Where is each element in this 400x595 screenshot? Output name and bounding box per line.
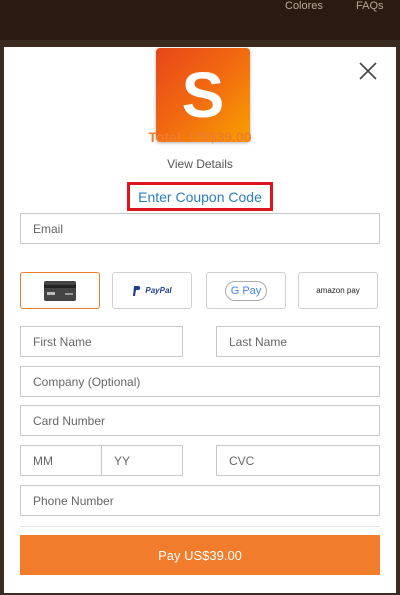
google-pay-icon: G Pay bbox=[225, 280, 267, 301]
phone-number-field[interactable]: Phone Number bbox=[20, 485, 380, 516]
paypal-label: PayPal bbox=[145, 286, 172, 295]
payment-method-paypal[interactable]: PayPal bbox=[112, 272, 192, 309]
payment-method-gpay[interactable]: G Pay bbox=[206, 272, 286, 309]
close-icon[interactable] bbox=[358, 61, 378, 81]
expiry-year-field[interactable]: YY bbox=[101, 445, 183, 476]
page-header-backdrop bbox=[0, 0, 400, 40]
payment-method-amazon-pay[interactable]: amazon pay bbox=[298, 272, 378, 309]
app-logo: S bbox=[156, 48, 250, 142]
nav-link-faqs[interactable]: FAQs bbox=[356, 0, 384, 12]
gpay-label: G Pay bbox=[230, 284, 262, 297]
app-logo-letter: S bbox=[181, 59, 225, 131]
order-total: Total: US$39.00 bbox=[148, 129, 252, 145]
paypal-icon bbox=[133, 285, 141, 296]
credit-card-icon bbox=[44, 280, 76, 301]
last-name-field[interactable]: Last Name bbox=[216, 326, 380, 357]
divider bbox=[20, 526, 380, 527]
first-name-field[interactable]: First Name bbox=[20, 326, 183, 357]
pay-button[interactable]: Pay US$39.00 bbox=[20, 535, 380, 575]
expiry-month-field[interactable]: MM bbox=[20, 445, 102, 476]
payment-method-card[interactable] bbox=[20, 272, 100, 309]
amazon-pay-label: amazon pay bbox=[316, 286, 360, 295]
email-field[interactable]: Email bbox=[20, 213, 380, 244]
enter-coupon-code-link[interactable]: Enter Coupon Code bbox=[127, 182, 273, 211]
company-field[interactable]: Company (Optional) bbox=[20, 366, 380, 397]
nav-link-colores[interactable]: Colores bbox=[285, 0, 323, 12]
checkout-modal: S Total: US$39.00 View Details Enter Cou… bbox=[4, 47, 396, 593]
view-details-link[interactable]: View Details bbox=[4, 157, 396, 171]
cvc-field[interactable]: CVC bbox=[216, 445, 380, 476]
card-number-field[interactable]: Card Number bbox=[20, 405, 380, 436]
